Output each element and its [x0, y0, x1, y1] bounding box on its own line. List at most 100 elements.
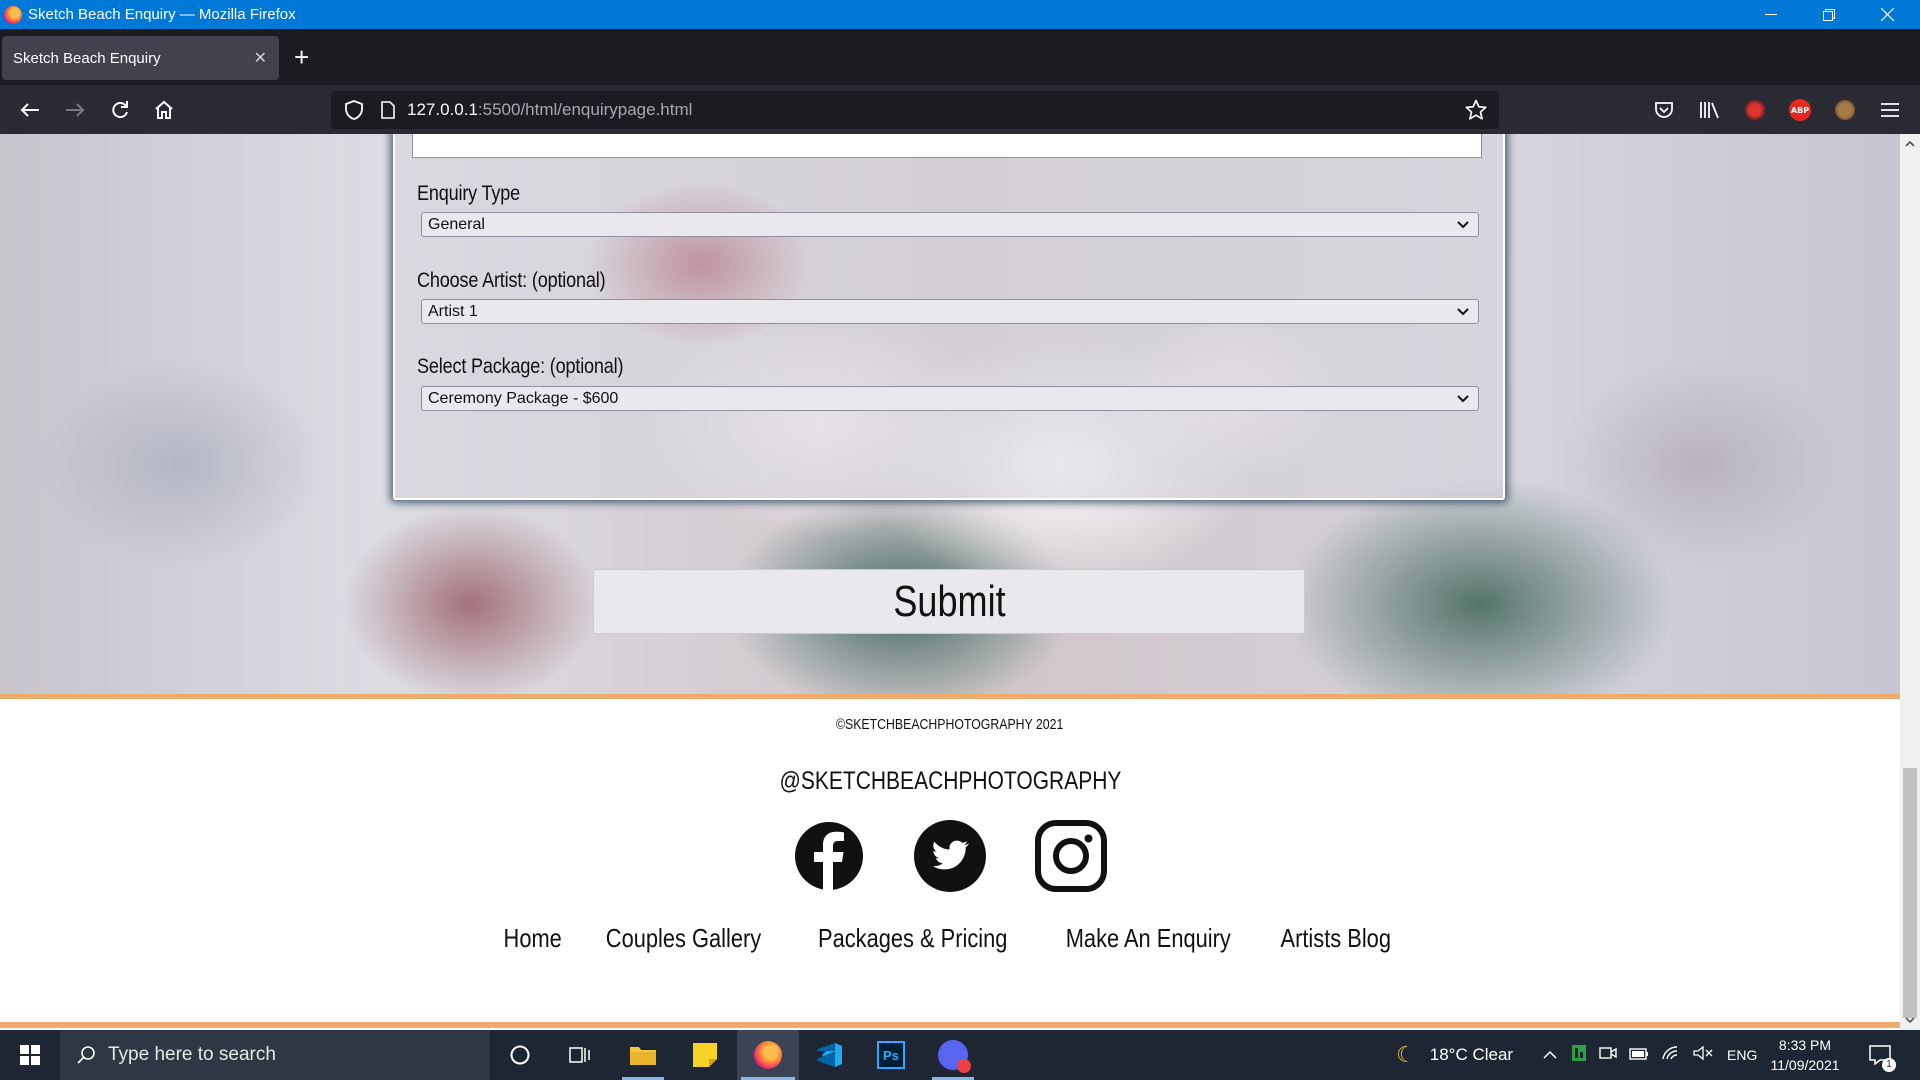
copyright-text: ©SKETCHBEACHPHOTOGRAPHY 2021 [836, 716, 1064, 733]
scrollbar-thumb[interactable] [1903, 768, 1917, 1018]
twitter-icon[interactable] [914, 820, 986, 892]
enquiry-type-selected: General [428, 215, 485, 233]
minimize-button[interactable] [1742, 0, 1800, 29]
meet-now-icon[interactable] [1599, 1045, 1617, 1066]
tracking-protection-shield-icon[interactable] [341, 100, 367, 120]
weather-widget[interactable]: ☾ 18°C Clear [1396, 1030, 1513, 1080]
scroll-down-arrow-icon[interactable] [1904, 1014, 1916, 1026]
photoshop-app[interactable]: Ps [866, 1030, 916, 1080]
instagram-icon[interactable] [1035, 820, 1107, 892]
navigation-toolbar: 127.0.0.1:5500/html/enquirypage.html ABP [0, 85, 1920, 134]
restore-icon [1823, 8, 1835, 21]
extension-brown-icon[interactable] [1832, 97, 1858, 123]
show-hidden-icons-chevron-icon[interactable] [1543, 1045, 1557, 1065]
page-info-icon[interactable] [377, 101, 399, 119]
message-input[interactable] [412, 134, 1482, 158]
forward-arrow-icon [66, 103, 85, 117]
chevron-down-icon [1457, 221, 1469, 229]
search-placeholder: Type here to search [108, 1044, 276, 1065]
back-button[interactable] [17, 97, 43, 123]
new-tab-button[interactable]: + [294, 43, 309, 71]
taskbar-clock[interactable]: 8:33 PM 11/09/2021 [1755, 1035, 1855, 1075]
vscode-app[interactable] [804, 1030, 854, 1080]
footer-nav-artists-blog[interactable]: Artists Blog [1281, 923, 1391, 954]
submit-label: Submit [892, 576, 1006, 626]
enquiry-type-label: Enquiry Type [417, 182, 521, 205]
system-tray-icons: ENG [1543, 1030, 1757, 1080]
back-arrow-icon [20, 103, 39, 117]
weather-text: 18°C Clear [1429, 1045, 1514, 1064]
discord-icon [938, 1040, 971, 1073]
vscode-icon [817, 1043, 842, 1067]
package-select[interactable]: Ceremony Package - $600 [421, 386, 1479, 411]
library-icon[interactable] [1697, 97, 1723, 123]
tab-close-icon[interactable]: ✕ [254, 48, 267, 68]
artist-label: Choose Artist: (optional) [417, 269, 606, 292]
folder-icon [630, 1047, 656, 1065]
artist-select[interactable]: Artist 1 [421, 299, 1479, 324]
language-indicator[interactable]: ENG [1727, 1047, 1757, 1063]
package-label: Select Package: (optional) [417, 355, 624, 378]
discord-app[interactable] [928, 1030, 978, 1080]
reload-button[interactable] [107, 97, 133, 123]
photoshop-icon: Ps [877, 1041, 905, 1069]
scroll-up-arrow-icon[interactable] [1904, 138, 1916, 150]
sticky-notes-app[interactable] [680, 1030, 730, 1080]
footer-nav: Home Couples Gallery Packages & Pricing … [0, 923, 1900, 954]
chevron-down-icon [1457, 395, 1469, 403]
start-button[interactable] [0, 1030, 60, 1080]
battery-icon[interactable] [1629, 1045, 1649, 1065]
footer-nav-couples-gallery[interactable]: Couples Gallery [606, 923, 761, 954]
footer-nav-packages-pricing[interactable]: Packages & Pricing [818, 923, 1007, 954]
url-host: 127.0.0.1 [407, 100, 478, 119]
enquiry-type-select[interactable]: General [421, 212, 1479, 237]
taskbar-search-box[interactable]: Type here to search [60, 1030, 490, 1080]
footer-nav-home[interactable]: Home [504, 923, 562, 954]
clock-date: 11/09/2021 [1770, 1057, 1840, 1073]
facebook-icon[interactable] [793, 820, 865, 892]
artist-selected: Artist 1 [428, 302, 478, 320]
firefox-app[interactable] [737, 1030, 799, 1080]
sticky-notes-icon [693, 1043, 717, 1067]
windows-taskbar: Type here to search Ps ☾ 18°C Clear ENG … [0, 1030, 1920, 1080]
close-icon [1880, 8, 1894, 21]
windows-logo-icon [20, 1045, 40, 1065]
tab-sketch-beach-enquiry[interactable]: Sketch Beach Enquiry ✕ [2, 36, 279, 80]
search-icon [77, 1046, 95, 1064]
green-app-tray-icon[interactable] [1571, 1044, 1587, 1067]
menu-hamburger-icon[interactable] [1877, 97, 1903, 123]
pocket-icon[interactable] [1651, 97, 1677, 123]
tab-strip: Sketch Beach Enquiry ✕ + [0, 29, 1920, 85]
notification-center-button[interactable]: 1 [1868, 1030, 1896, 1080]
notification-count-badge: 1 [1882, 1058, 1896, 1072]
package-selected: Ceremony Package - $600 [428, 389, 619, 407]
adblock-plus-icon[interactable]: ABP [1787, 97, 1813, 123]
url-path: :5500/html/enquirypage.html [477, 100, 693, 119]
clock-time: 8:33 PM [1778, 1037, 1832, 1053]
firefox-logo-icon [4, 5, 22, 24]
reload-icon [112, 101, 128, 119]
footer-divider-line [0, 1022, 1900, 1028]
volume-muted-icon[interactable] [1693, 1045, 1713, 1066]
footer-nav-make-an-enquiry[interactable]: Make An Enquiry [1066, 923, 1231, 954]
page-scrollbar[interactable] [1900, 134, 1920, 1030]
bookmark-star-icon[interactable] [1465, 99, 1487, 126]
enquiry-form: Enquiry Type General Choose Artist: (opt… [393, 134, 1505, 500]
moon-icon: ☾ [1396, 1042, 1416, 1067]
extension-red-icon[interactable] [1742, 97, 1768, 123]
home-button[interactable] [151, 97, 177, 123]
forward-button[interactable] [62, 97, 88, 123]
social-handle: @SKETCHBEACHPHOTOGRAPHY [779, 767, 1121, 795]
tab-label: Sketch Beach Enquiry [13, 49, 161, 67]
task-view-button[interactable] [555, 1030, 605, 1080]
address-bar[interactable]: 127.0.0.1:5500/html/enquirypage.html [331, 91, 1499, 129]
submit-button[interactable]: Submit [593, 569, 1305, 634]
close-window-button[interactable] [1858, 0, 1916, 29]
wifi-icon[interactable] [1661, 1045, 1681, 1066]
page-content: Enquiry Type General Choose Artist: (opt… [0, 134, 1900, 1030]
chevron-down-icon [1457, 308, 1469, 316]
cortana-button[interactable] [495, 1030, 545, 1080]
firefox-icon [754, 1041, 782, 1069]
restore-button[interactable] [1800, 0, 1858, 29]
file-explorer-app[interactable] [618, 1030, 668, 1080]
